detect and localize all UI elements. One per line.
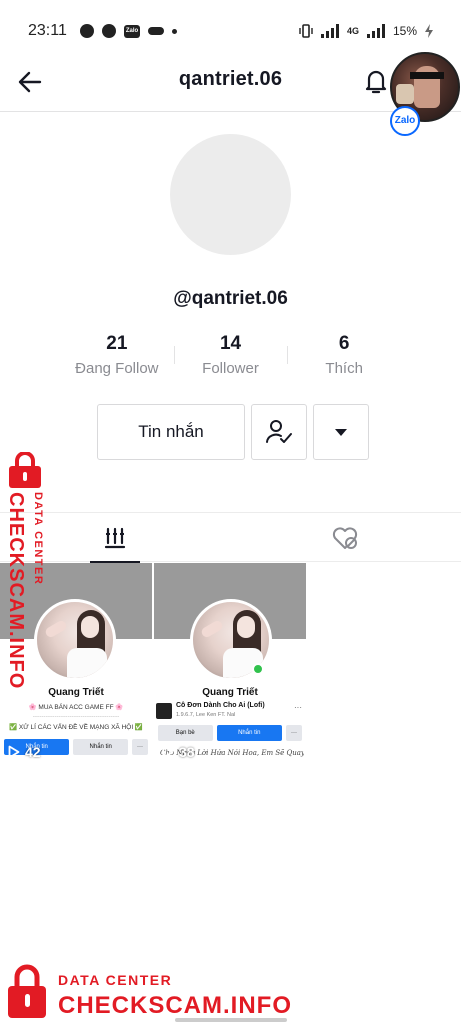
message-button[interactable]: Tin nhắn (97, 404, 245, 460)
grid-bars-icon (104, 527, 126, 548)
thumbnail-more-button: ··· (286, 725, 302, 741)
video-grid: Quang Triết 🌸 MUA BÁN ACC GAME FF 🌸 ----… (0, 563, 461, 768)
stat-likes-value: 6 (338, 333, 350, 354)
signal-icon-2 (366, 24, 385, 38)
bio-line: ✅ XỬ LÍ CÁC VẤN ĐỀ VỀ MẠNG XÃ HỘI ✅ (8, 724, 144, 731)
status-bar: 23:11 Zalo 4G 15% (0, 0, 461, 56)
profile-tabs (0, 512, 461, 563)
network-type: 4G (346, 26, 359, 36)
battery-level: 15% (392, 24, 417, 38)
bio-divider: ---------------------------------------- (32, 713, 120, 720)
messenger-icon (80, 24, 94, 38)
lock-icon (9, 452, 41, 488)
watermark-bottom: DATA CENTER CHECKSCAM.INFO (4, 962, 291, 1024)
status-right: 4G 15% (299, 23, 433, 39)
heart-hidden-icon (332, 526, 358, 549)
key-icon (148, 27, 164, 35)
stat-likes[interactable]: 6 Thích (287, 332, 401, 384)
stat-followers-label: Follower (202, 360, 259, 377)
watermark-small-text: DATA CENTER (32, 492, 44, 586)
video-thumbnail[interactable]: Quang Triết Cô Đơn Dành Cho Ai (Lofi) 1.… (154, 563, 306, 768)
watermark-small-text: DATA CENTER (58, 972, 173, 988)
stat-following[interactable]: 21 Đang Follow (60, 332, 174, 384)
bio-line: 🌸 MUA BÁN ACC GAME FF 🌸 (28, 704, 124, 711)
profile-handle: @qantriet.06 (173, 288, 288, 309)
home-indicator[interactable] (175, 1018, 287, 1022)
zalo-icon: Zalo (124, 24, 140, 38)
watermark-big-text: CHECKSCAM.INFO (5, 492, 27, 690)
tab-videos[interactable] (90, 513, 140, 563)
online-status-dot (252, 663, 264, 675)
thumbnail-secondary-button: Nhắn tin (73, 739, 128, 755)
avatar[interactable] (170, 134, 291, 255)
user-check-icon (266, 420, 292, 443)
music-player-icon (156, 703, 172, 719)
stat-followers[interactable]: 14 Follower (173, 332, 288, 384)
watermark-big-text: CHECKSCAM.INFO (58, 992, 292, 1019)
vibrate-icon (299, 24, 313, 38)
profile-stats: 21 Đang Follow 14 Follower 6 Thích (60, 332, 401, 384)
thumbnail-more-button: ··· (132, 739, 148, 755)
dot-icon (172, 28, 177, 34)
thumbnail-buttons: Bạn bè Nhắn tin ··· (158, 725, 302, 741)
play-outline-icon (162, 745, 174, 759)
stat-following-label: Đang Follow (75, 360, 159, 377)
caret-down-icon (335, 429, 347, 436)
song-more-icon: ··· (294, 703, 302, 712)
profile-actions: Tin nhắn (97, 404, 369, 460)
view-count: 38 (162, 744, 195, 760)
bell-icon[interactable] (361, 66, 391, 96)
status-notification-icons: Zalo (80, 24, 177, 38)
song-title: Cô Đơn Dành Cho Ai (Lofi) (176, 702, 265, 709)
song-artist: 1.9.6.7, Lee Ken FT. Nal (176, 712, 236, 718)
thumbnail-name: Quang Triết (202, 687, 258, 698)
view-count-value: 38 (179, 744, 195, 760)
status-time: 23:11 (28, 22, 67, 39)
charging-icon (425, 24, 433, 38)
watermark-side: CHECKSCAM.INFO DATA CENTER (2, 452, 50, 689)
stat-followers-value: 14 (219, 333, 242, 354)
zalo-badge: Zalo (390, 106, 420, 136)
chat-bubble-icon (102, 24, 116, 38)
signal-icon (320, 24, 339, 38)
stat-likes-label: Thích (325, 360, 363, 377)
lock-icon (8, 964, 46, 1018)
song-row: Cô Đơn Dành Cho Ai (Lofi) 1.9.6.7, Lee K… (156, 701, 304, 723)
play-outline-icon (8, 745, 20, 759)
zalo-chat-head[interactable]: Zalo (390, 52, 460, 136)
thumbnail-primary-button: Nhắn tin (216, 725, 282, 741)
follow-status-button[interactable] (251, 404, 307, 460)
stat-following-value: 21 (106, 333, 128, 354)
tab-liked[interactable] (320, 513, 370, 562)
view-count-value: 42 (25, 744, 41, 760)
more-options-button[interactable] (313, 404, 369, 460)
thumbnail-friends-button: Bạn bè (158, 725, 213, 741)
view-count: 42 (8, 744, 41, 760)
